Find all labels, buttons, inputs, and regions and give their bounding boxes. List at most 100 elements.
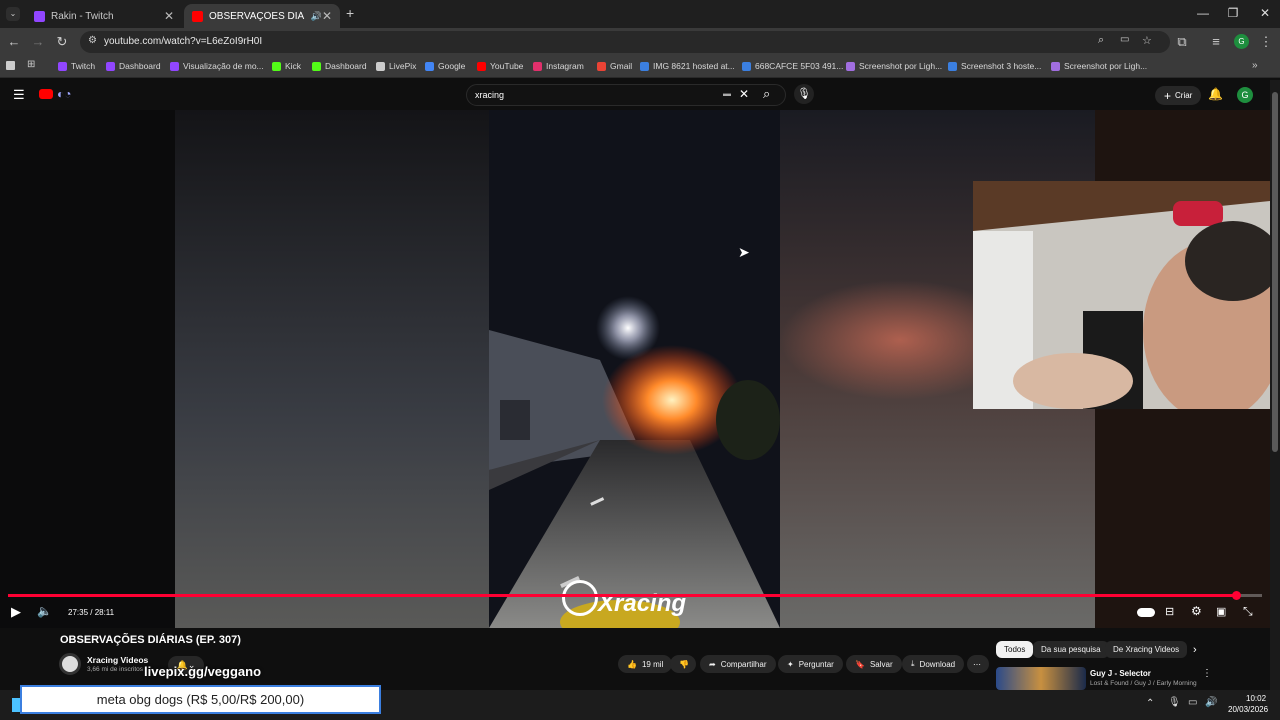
youtube-logo[interactable] (39, 89, 53, 99)
forward-icon[interactable]: → (30, 34, 46, 49)
download-label: Download (919, 659, 956, 669)
ask-button[interactable]: ✦ Perguntar (778, 655, 843, 673)
browser-menu-icon[interactable]: ⋮ (1258, 34, 1274, 50)
bookmark-item[interactable]: YouTube (477, 61, 523, 71)
keyboard-icon[interactable]: ▬ (723, 89, 731, 98)
network-icon[interactable]: ▭ (1188, 697, 1197, 708)
apps-grid-icon[interactable]: ⊞ (27, 59, 35, 70)
progress-scrubber[interactable] (1232, 591, 1241, 600)
save-button[interactable]: 🔖 Salvar (846, 655, 902, 673)
search-icon[interactable]: ⌕ (763, 86, 770, 102)
microphone-icon[interactable]: 🎙 (1168, 697, 1181, 708)
hamburger-menu-icon[interactable]: ☰ (13, 87, 25, 103)
fullscreen-icon[interactable]: ⤡ (1243, 604, 1253, 619)
bookmark-item[interactable]: Screenshot por Ligh... (1051, 61, 1147, 71)
volume-icon[interactable]: 🔈 (37, 604, 52, 618)
bookmark-item[interactable]: Dashboard (312, 61, 367, 71)
progress-track[interactable] (8, 591, 1262, 600)
profile-avatar[interactable]: G (1234, 34, 1249, 49)
new-tab-button[interactable]: + (346, 5, 354, 21)
notifications-icon[interactable]: 🔔 (1208, 87, 1223, 101)
bookmark-star-icon[interactable]: ☆ (1142, 34, 1152, 47)
chips-next-icon[interactable]: › (1193, 644, 1197, 656)
address-bar[interactable]: ⚙ youtube.com/watch?v=L6eZoI9rH0I ⌕ ▭ ☆ (80, 31, 1170, 53)
up-next-thumbnail[interactable] (996, 667, 1086, 690)
channel-avatar[interactable] (59, 653, 81, 675)
twitch-icon (34, 10, 45, 22)
bookmark-item[interactable]: Twitch (58, 61, 95, 71)
up-next-title[interactable]: Guy J - Selector (1090, 669, 1151, 678)
dislike-button[interactable]: 👎 (670, 655, 696, 673)
tab-youtube[interactable]: OBSERVAÇÕES DIÁRIAS (EP. 🔊 ✕ (184, 4, 340, 28)
bookmark-item[interactable]: Visualização de mo... (170, 61, 264, 71)
tab-twitch[interactable]: Rakin - Twitch ✕ (26, 4, 182, 28)
download-button[interactable]: ⤓ Download (902, 655, 965, 673)
bookmark-item[interactable]: Instagram (533, 61, 584, 71)
video-title: OBSERVAÇÕES DIÁRIAS (EP. 307) (60, 634, 241, 646)
bookmark-item[interactable]: LivePix (376, 61, 416, 71)
bookmark-item[interactable]: Google (425, 61, 465, 71)
bookmark-favicon-icon (533, 61, 542, 71)
up-next-menu-icon[interactable]: ⋮ (1202, 668, 1212, 679)
zoom-icon[interactable]: ⌕ (1098, 34, 1104, 47)
close-tab-icon[interactable]: ✕ (322, 9, 332, 23)
create-label: Criar (1175, 91, 1193, 100)
settings-icon[interactable]: ⚙ (1191, 604, 1202, 618)
speaker-icon[interactable]: 🔊 (311, 11, 322, 22)
tab-search-icon[interactable]: ⌄ (6, 7, 20, 21)
volume-tray-icon[interactable]: 🔊 (1205, 697, 1217, 708)
close-tab-icon[interactable]: ✕ (164, 9, 174, 23)
bookmark-label: IMG 8621 hosted at... (653, 61, 735, 71)
play-icon[interactable]: ▶ (11, 604, 21, 620)
create-button[interactable]: + Criar (1155, 86, 1202, 105)
share-icon: ➦ (709, 659, 716, 669)
bookmark-item[interactable]: Screenshot por Ligh... (846, 61, 942, 71)
url-text: youtube.com/watch?v=L6eZoI9rH0I (104, 36, 263, 47)
more-bookmarks-icon[interactable]: » (1252, 60, 1258, 71)
share-button[interactable]: ➦ Compartilhar (700, 655, 776, 673)
extensions-icon[interactable]: ⧉ (1174, 34, 1190, 50)
thumbs-up-icon: 👍 (627, 659, 637, 669)
back-icon[interactable]: ← (6, 34, 22, 49)
minimize-icon[interactable]: — (1188, 6, 1218, 20)
clock-time[interactable]: 10:02 (1246, 694, 1266, 703)
youtube-avatar[interactable]: G (1237, 87, 1253, 103)
bookmarks-bar: ⊞ Twitch Dashboard Visualização de mo... Ki… (0, 56, 1280, 78)
autoplay-toggle[interactable] (1137, 608, 1155, 617)
bookmark-item[interactable]: IMG 8621 hosted at... (640, 61, 735, 71)
bookmark-item[interactable]: Screenshot 3 hoste... (948, 61, 1041, 71)
reload-icon[interactable]: ↻ (54, 34, 70, 50)
clear-search-icon[interactable]: ✕ (739, 87, 749, 101)
video-player[interactable]: ➤ Xracing ▶ 🔈 27:35 / 28:11 ⊟ ⚙ ▣ ⤡ (0, 110, 1270, 628)
tray-chevron-icon[interactable]: ⌃ (1146, 698, 1154, 709)
chip-from-channel[interactable]: De Xracing Videos (1105, 641, 1188, 658)
like-button[interactable]: 👍 19 mil (618, 655, 673, 673)
scrollbar-thumb[interactable] (1272, 92, 1278, 452)
voice-search-icon[interactable]: 🎙 (794, 84, 814, 104)
bookmark-favicon-icon (312, 61, 321, 71)
chip-all[interactable]: Todos (996, 641, 1034, 658)
media-icon[interactable]: ≡ (1208, 34, 1224, 49)
search-input[interactable]: xracing (475, 90, 504, 100)
bookmark-favicon-icon (640, 61, 649, 71)
bookmark-item[interactable]: Kick (272, 61, 301, 71)
chip-from-search[interactable]: Da sua pesquisa (1033, 641, 1109, 658)
bookmark-item[interactable]: Gmail (597, 61, 632, 71)
search-box[interactable]: xracing ▬ ✕ ⌕ (466, 84, 786, 106)
subtitles-icon[interactable]: ⊟ (1165, 605, 1174, 618)
site-info-icon[interactable]: ⚙ (88, 35, 97, 46)
miniplayer-icon[interactable]: ▣ (1216, 605, 1226, 618)
more-actions-button[interactable]: ⋯ (967, 655, 989, 673)
mouse-cursor-icon: ➤ (738, 244, 750, 260)
channel-name[interactable]: Xracing Videos (87, 655, 148, 665)
bookmark-item[interactable]: Dashboard (106, 61, 161, 71)
clock-date[interactable]: 20/03/2026 (1228, 705, 1268, 714)
bookmark-apps-icon[interactable] (6, 61, 15, 70)
webcam-frame (973, 181, 1270, 409)
sparkle-icon: ✦ (787, 659, 794, 669)
bookmark-label: Kick (285, 61, 302, 71)
cast-icon[interactable]: ▭ (1120, 34, 1129, 45)
close-window-icon[interactable]: ✕ (1250, 6, 1280, 20)
restore-icon[interactable]: ❐ (1218, 6, 1248, 20)
bookmark-item[interactable]: 668CAFCE 5F03 491... (742, 61, 843, 71)
